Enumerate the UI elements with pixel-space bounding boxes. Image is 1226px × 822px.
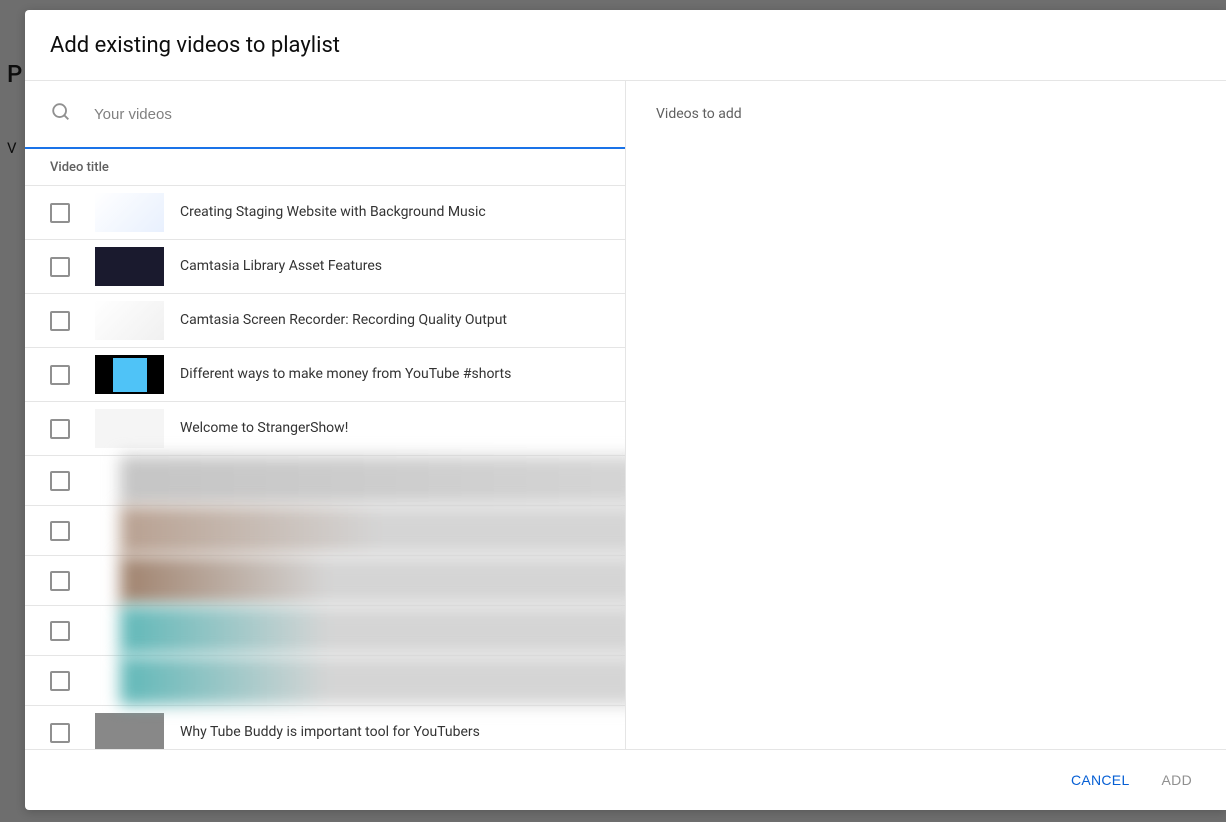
- modal-footer: CANCEL ADD: [25, 749, 1226, 810]
- video-search-panel: Video title Creating Staging Website wit…: [25, 81, 626, 749]
- modal-title: Add existing videos to playlist: [50, 33, 1201, 58]
- modal-header: Add existing videos to playlist: [25, 10, 1226, 80]
- video-title-text: Why Tube Buddy is important tool for You…: [180, 723, 480, 743]
- video-checkbox[interactable]: [50, 419, 70, 439]
- blurred-content: [120, 556, 625, 605]
- add-button[interactable]: ADD: [1156, 764, 1198, 796]
- video-checkbox[interactable]: [50, 621, 70, 641]
- video-row[interactable]: Camtasia Library Asset Features: [25, 240, 625, 294]
- video-thumbnail: [95, 713, 164, 749]
- video-title-text: Creating Staging Website with Background…: [180, 203, 486, 223]
- bg-page-text-fragment: V: [7, 139, 17, 157]
- search-input[interactable]: [94, 106, 600, 123]
- videos-to-add-panel: Videos to add: [626, 81, 1226, 749]
- video-checkbox[interactable]: [50, 671, 70, 691]
- video-title-text: Camtasia Screen Recorder: Recording Qual…: [180, 311, 507, 331]
- video-row-blurred[interactable]: [25, 456, 625, 506]
- video-row[interactable]: Welcome to StrangerShow!: [25, 402, 625, 456]
- bg-page-title-fragment: P: [7, 60, 22, 88]
- video-list[interactable]: Creating Staging Website with Background…: [25, 186, 625, 749]
- blurred-content: [120, 456, 625, 505]
- video-checkbox[interactable]: [50, 257, 70, 277]
- video-title-text: Welcome to StrangerShow!: [180, 419, 348, 439]
- video-checkbox[interactable]: [50, 311, 70, 331]
- blurred-content: [120, 506, 625, 555]
- right-panel-header: Videos to add: [626, 81, 1226, 147]
- video-checkbox[interactable]: [50, 723, 70, 743]
- video-title-text: Camtasia Library Asset Features: [180, 257, 382, 277]
- list-header: Video title: [25, 149, 625, 186]
- video-checkbox[interactable]: [50, 471, 70, 491]
- video-thumbnail: [95, 301, 164, 340]
- video-thumbnail: [95, 247, 164, 286]
- add-videos-modal: Add existing videos to playlist Video ti…: [25, 10, 1226, 810]
- video-row-blurred[interactable]: [25, 656, 625, 706]
- video-row[interactable]: Why Tube Buddy is important tool for You…: [25, 706, 625, 749]
- search-icon: [50, 101, 72, 127]
- blurred-content: [120, 606, 625, 655]
- cancel-button[interactable]: CANCEL: [1065, 764, 1136, 796]
- video-row-blurred[interactable]: [25, 606, 625, 656]
- video-checkbox[interactable]: [50, 365, 70, 385]
- video-title-text: Different ways to make money from YouTub…: [180, 365, 511, 385]
- modal-content: Video title Creating Staging Website wit…: [25, 80, 1226, 749]
- video-checkbox[interactable]: [50, 203, 70, 223]
- video-checkbox[interactable]: [50, 571, 70, 591]
- search-bar: [25, 81, 625, 149]
- video-row-blurred[interactable]: [25, 556, 625, 606]
- blurred-content: [120, 656, 625, 705]
- video-thumbnail: [95, 409, 164, 448]
- video-row-blurred[interactable]: [25, 506, 625, 556]
- video-thumbnail: [95, 193, 164, 232]
- video-row[interactable]: Camtasia Screen Recorder: Recording Qual…: [25, 294, 625, 348]
- video-checkbox[interactable]: [50, 521, 70, 541]
- video-row[interactable]: Different ways to make money from YouTub…: [25, 348, 625, 402]
- video-thumbnail: [95, 355, 164, 394]
- video-row[interactable]: Creating Staging Website with Background…: [25, 186, 625, 240]
